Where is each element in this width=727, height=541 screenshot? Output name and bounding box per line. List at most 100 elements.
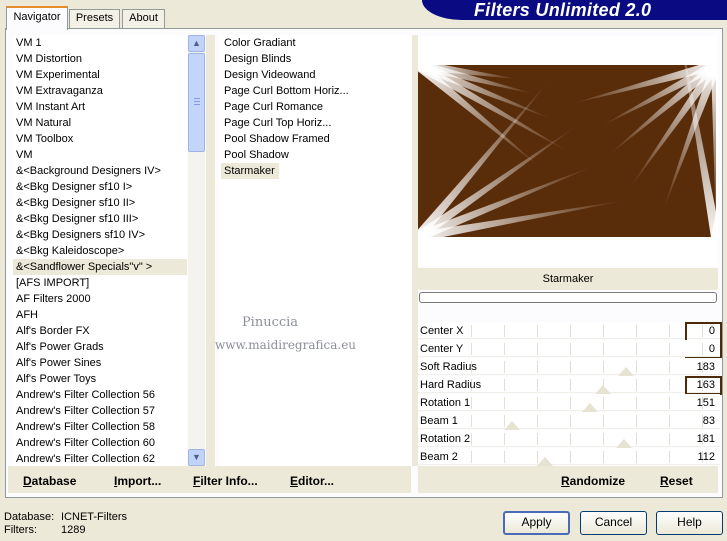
category-item[interactable]: &<Bkg Designer sf10 II> bbox=[13, 195, 187, 211]
category-item[interactable]: Andrew's Filter Collection 58 bbox=[13, 419, 187, 435]
category-item[interactable]: &<Bkg Designers sf10 IV> bbox=[13, 227, 187, 243]
category-item[interactable]: VM Toolbox bbox=[13, 131, 187, 147]
filter-item[interactable]: Pool Shadow Framed bbox=[221, 131, 412, 147]
category-item[interactable]: Alf's Power Toys bbox=[13, 371, 187, 387]
slider-label: Center X bbox=[420, 325, 464, 337]
left-toolbar: Database Import... Filter Info... Editor… bbox=[8, 466, 411, 493]
slider-tick bbox=[504, 433, 505, 445]
slider-thumb[interactable] bbox=[615, 439, 632, 448]
slider-thumb[interactable] bbox=[581, 403, 598, 412]
category-item[interactable]: Alf's Power Grads bbox=[13, 339, 187, 355]
database-button[interactable]: Database bbox=[23, 474, 76, 488]
slider-tick bbox=[603, 397, 604, 409]
category-item[interactable]: &<Bkg Designer sf10 III> bbox=[13, 211, 187, 227]
slider-value: 181 bbox=[696, 433, 715, 445]
slider-beam-1[interactable]: Beam 1 83 bbox=[418, 412, 723, 430]
category-item[interactable]: VM Distortion bbox=[13, 51, 187, 67]
slider-thumb[interactable] bbox=[537, 457, 554, 466]
filter-item[interactable]: Design Blinds bbox=[221, 51, 412, 67]
slider-tick bbox=[570, 325, 571, 337]
category-item[interactable]: AFH bbox=[13, 307, 187, 323]
slider-tick bbox=[669, 451, 670, 463]
category-list[interactable]: VM 1 VM Distortion VM Experimental VM Extra… bbox=[13, 35, 187, 466]
editor-button[interactable]: Editor... bbox=[290, 474, 334, 488]
category-item[interactable]: Andrew's Filter Collection 56 bbox=[13, 387, 187, 403]
slider-thumb[interactable] bbox=[595, 385, 612, 394]
slider-thumb[interactable] bbox=[618, 367, 635, 376]
slider-center-x[interactable]: Center X0 bbox=[418, 322, 723, 340]
slider-soft-radius[interactable]: Soft Radius 183 bbox=[418, 358, 723, 376]
help-button[interactable]: Help bbox=[656, 511, 723, 535]
slider-tick bbox=[504, 397, 505, 409]
category-item[interactable]: VM Instant Art bbox=[13, 99, 187, 115]
slider-tick bbox=[570, 415, 571, 427]
category-item[interactable]: Andrew's Filter Collection 60 bbox=[13, 435, 187, 451]
slider-tick bbox=[537, 325, 538, 337]
slider-rotation-1[interactable]: Rotation 1 151 bbox=[418, 394, 723, 412]
filter-item[interactable]: Design Videowand bbox=[221, 67, 412, 83]
scroll-up-button[interactable]: ▲ bbox=[188, 35, 205, 52]
slider-label: Rotation 2 bbox=[420, 433, 471, 445]
slider-tick bbox=[636, 379, 637, 391]
reset-button[interactable]: Reset bbox=[660, 474, 693, 488]
tab-navigator[interactable]: Navigator bbox=[6, 6, 68, 30]
slider-beam-2[interactable]: Beam 2 112 bbox=[418, 448, 723, 466]
status-database-label: Database: bbox=[4, 511, 55, 523]
slider-label: Beam 1 bbox=[420, 415, 458, 427]
slider-tick bbox=[636, 397, 637, 409]
filter-item[interactable]: Pool Shadow bbox=[221, 147, 412, 163]
category-scrollbar[interactable]: ▲ ▼ bbox=[188, 35, 205, 466]
right-toolbar: Randomize Reset bbox=[418, 466, 718, 493]
status-filters-value: 1289 bbox=[61, 524, 86, 536]
filter-list[interactable]: Color Gradiant Design Blinds Design Videow… bbox=[219, 35, 412, 466]
cancel-button[interactable]: Cancel bbox=[580, 511, 647, 535]
category-item[interactable]: VM Experimental bbox=[13, 67, 187, 83]
category-item[interactable]: &<Bkg Kaleidoscope> bbox=[13, 243, 187, 259]
scroll-thumb[interactable] bbox=[188, 53, 205, 152]
category-item[interactable]: VM bbox=[13, 147, 187, 163]
tab-about[interactable]: About bbox=[122, 9, 165, 28]
slider-tick bbox=[636, 415, 637, 427]
slider-tick bbox=[636, 343, 637, 355]
category-item[interactable]: Andrew's Filter Collection 62 bbox=[13, 451, 187, 466]
category-item[interactable]: &<Sandflower Specials"v" > bbox=[13, 259, 187, 275]
category-item[interactable]: VM 1 bbox=[13, 35, 187, 51]
slider-rotation-2[interactable]: Rotation 2 181 bbox=[418, 430, 723, 448]
filter-info-button[interactable]: Filter Info... bbox=[193, 474, 258, 488]
category-item[interactable]: Andrew's Filter Collection 57 bbox=[13, 403, 187, 419]
category-item[interactable]: Alf's Border FX bbox=[13, 323, 187, 339]
filter-item[interactable]: Page Curl Romance bbox=[221, 99, 412, 115]
slider-tick bbox=[603, 415, 604, 427]
category-item[interactable]: &<Background Designers IV> bbox=[13, 163, 187, 179]
randomize-button[interactable]: Randomize bbox=[561, 474, 625, 488]
slider-tick bbox=[471, 325, 472, 337]
app-title-banner: Filters Unlimited 2.0 bbox=[422, 0, 727, 20]
import-button[interactable]: Import... bbox=[114, 474, 161, 488]
tab-presets[interactable]: Presets bbox=[69, 9, 120, 28]
category-item[interactable]: Alf's Power Sines bbox=[13, 355, 187, 371]
slider-label: Center Y bbox=[420, 343, 464, 355]
scroll-down-button[interactable]: ▼ bbox=[188, 449, 205, 466]
category-item[interactable]: VM Extravaganza bbox=[13, 83, 187, 99]
slider-value: 183 bbox=[696, 361, 715, 373]
watermark: Pinuccia www.maidiregrafica.eu bbox=[215, 312, 356, 356]
filter-item[interactable]: Color Gradiant bbox=[221, 35, 412, 51]
filter-item[interactable]: Page Curl Top Horiz... bbox=[221, 115, 412, 131]
slider-tick bbox=[603, 343, 604, 355]
slider-tick bbox=[669, 325, 670, 337]
progress-bar bbox=[419, 292, 717, 303]
filter-item[interactable]: Page Curl Bottom Horiz... bbox=[221, 83, 412, 99]
category-item[interactable]: VM Natural bbox=[13, 115, 187, 131]
category-item[interactable]: &<Bkg Designer sf10 I> bbox=[13, 179, 187, 195]
slider-tick bbox=[570, 343, 571, 355]
category-item[interactable]: [AFS IMPORT] bbox=[13, 275, 187, 291]
slider-thumb[interactable] bbox=[504, 421, 521, 430]
category-item[interactable]: AF Filters 2000 bbox=[13, 291, 187, 307]
slider-center-y[interactable]: Center Y 0 bbox=[418, 340, 723, 358]
slider-tick bbox=[636, 361, 637, 373]
filter-item[interactable]: Starmaker bbox=[221, 163, 279, 179]
apply-button[interactable]: Apply bbox=[503, 511, 570, 535]
slider-tick bbox=[570, 433, 571, 445]
status-database-value: ICNET-Filters bbox=[61, 511, 127, 523]
slider-hard-radius[interactable]: Hard Radius 163 bbox=[418, 376, 723, 394]
